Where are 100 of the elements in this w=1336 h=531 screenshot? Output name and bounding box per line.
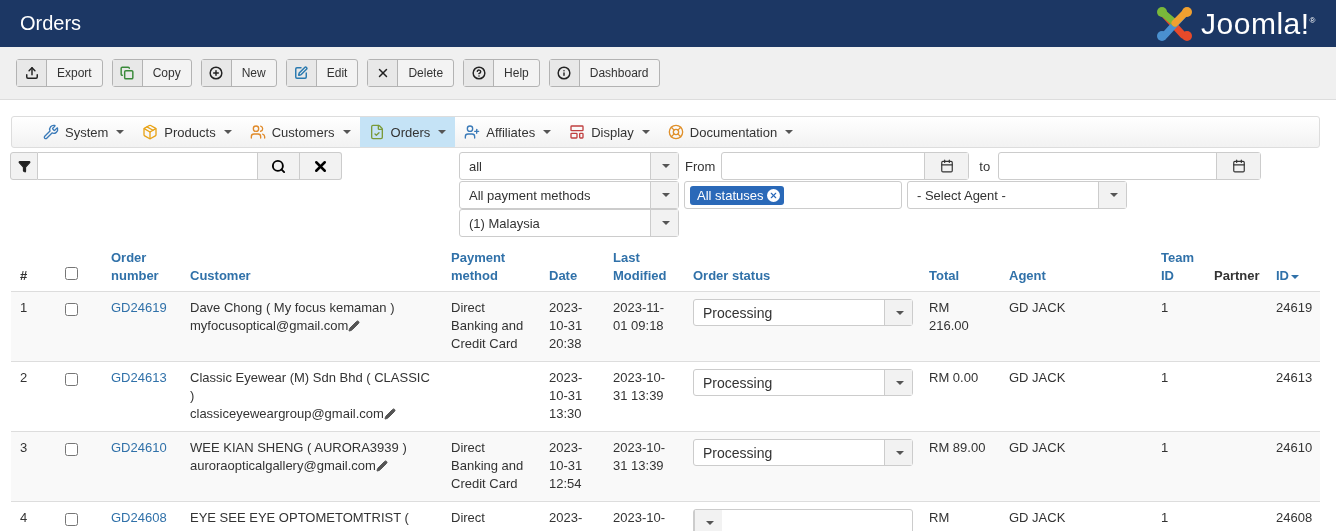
- document-check-icon: [368, 124, 385, 140]
- order-total: RM 0.00: [929, 370, 979, 385]
- column-header[interactable]: Team ID: [1161, 249, 1196, 285]
- logo-text: Joomla!$^{®}$: [1201, 6, 1316, 41]
- team-id: 1: [1161, 300, 1169, 315]
- edit-icon[interactable]: [375, 460, 388, 472]
- from-label: From: [684, 158, 717, 174]
- modified-date: 2023-10-31 13:39: [613, 370, 666, 403]
- column-header[interactable]: Total: [929, 267, 960, 285]
- customer-name: Dave Chong ( My focus kemaman ): [190, 299, 396, 317]
- question-icon: [471, 66, 486, 80]
- edit-button[interactable]: Edit: [285, 59, 359, 87]
- export-button[interactable]: Export: [16, 59, 103, 87]
- status-select[interactable]: all: [459, 152, 679, 180]
- order-id: 24610: [1276, 440, 1313, 455]
- select-all-checkbox[interactable]: [65, 267, 78, 280]
- layout-icon: [569, 124, 586, 140]
- row-number: 2: [20, 370, 28, 385]
- order-status-select[interactable]: Processing: [693, 439, 913, 466]
- order-id: 24608: [1276, 510, 1313, 525]
- calendar-icon[interactable]: [1231, 159, 1246, 173]
- modified-date: 2023-10-31 13:39: [613, 440, 666, 473]
- menu-item[interactable]: Affiliates: [455, 117, 561, 147]
- order-id: 24613: [1276, 370, 1313, 385]
- status-tag[interactable]: All statuses: [690, 185, 785, 205]
- from-date-field[interactable]: [721, 152, 970, 180]
- order-date: 2023-10-31 12:54: [549, 440, 583, 491]
- column-header[interactable]: Last Modified: [613, 249, 675, 285]
- remove-icon[interactable]: [767, 188, 781, 202]
- calendar-icon[interactable]: [939, 159, 954, 173]
- agent-name: GD JACK: [1009, 370, 1066, 385]
- help-button[interactable]: Help: [463, 59, 540, 87]
- wrench-icon: [43, 124, 59, 140]
- row-checkbox[interactable]: [65, 443, 78, 456]
- customer-email: classiceyeweargroup@gmail.com: [190, 405, 384, 423]
- order-total: RM 89.00: [929, 440, 986, 455]
- search-icon: [271, 158, 286, 174]
- modified-date: 2023-11-01 09:18: [613, 300, 665, 333]
- agent-select[interactable]: - Select Agent -: [907, 181, 1127, 209]
- menu-item[interactable]: Products: [133, 117, 241, 147]
- plus-icon: [209, 66, 224, 80]
- order-total: RM: [929, 510, 950, 525]
- users-icon: [249, 124, 266, 140]
- column-header[interactable]: Payment method: [451, 249, 531, 285]
- menu-item[interactable]: System: [34, 117, 134, 147]
- customer-name: WEE KIAN SHENG ( AURORA3939 ): [190, 439, 408, 457]
- order-link[interactable]: GD24608: [111, 509, 167, 527]
- team-id: 1: [1161, 370, 1169, 385]
- country-select[interactable]: (1) Malaysia: [459, 209, 679, 237]
- column-header[interactable]: Order status: [693, 267, 771, 285]
- menu-item[interactable]: Documentation: [658, 117, 803, 147]
- info-icon: [557, 66, 572, 80]
- edit-icon[interactable]: [348, 320, 361, 332]
- page-title: Orders: [20, 12, 82, 35]
- copy-icon: [120, 66, 135, 80]
- new-button[interactable]: New: [200, 59, 277, 87]
- search-field[interactable]: [38, 152, 258, 180]
- menu-item[interactable]: Display: [560, 117, 659, 147]
- delete-button[interactable]: Delete: [367, 59, 455, 87]
- pencil-square-icon: [294, 66, 309, 80]
- row-checkbox[interactable]: [65, 513, 78, 526]
- search-button[interactable]: [258, 152, 300, 180]
- payment-method: Direct Banking and Credit Card: [451, 440, 524, 491]
- order-link[interactable]: GD24610: [111, 439, 167, 457]
- row-number: 3: [20, 440, 28, 455]
- column-header[interactable]: Order number: [111, 249, 172, 285]
- column-header[interactable]: Date: [549, 267, 578, 285]
- menu-item[interactable]: Customers: [240, 117, 360, 147]
- payment-select[interactable]: All payment methods: [459, 181, 679, 209]
- column-header[interactable]: Customer: [190, 267, 251, 285]
- order-date: 2023-: [549, 510, 583, 525]
- user-plus-icon: [464, 124, 481, 140]
- customer-email: myfocusoptical@gmail.com: [190, 317, 349, 335]
- menu-item[interactable]: Orders: [359, 117, 456, 147]
- clear-button[interactable]: [300, 152, 342, 180]
- filter-icon: [17, 159, 31, 173]
- lifebuoy-icon: [667, 124, 684, 140]
- customer-name: Classic Eyewear (M) Sdn Bhd ( CLASSIC ): [190, 369, 431, 405]
- order-date: 2023-10-31 20:38: [549, 300, 583, 351]
- row-number: 1: [20, 300, 28, 315]
- copy-button[interactable]: Copy: [111, 59, 192, 87]
- payment-method: Direct Banking and Credit Card: [451, 300, 524, 351]
- row-checkbox[interactable]: [65, 303, 78, 316]
- order-status-select[interactable]: Processing: [693, 299, 913, 326]
- to-date-field[interactable]: [998, 152, 1262, 180]
- team-id: 1: [1161, 440, 1169, 455]
- close-icon: [769, 190, 779, 200]
- order-link[interactable]: GD24619: [111, 299, 167, 317]
- order-status-select[interactable]: Processing: [693, 369, 913, 396]
- edit-icon[interactable]: [383, 408, 396, 420]
- order-total: RM 216.00: [929, 300, 969, 333]
- status-tag-field[interactable]: All statuses: [684, 181, 902, 209]
- column-header[interactable]: Agent: [1009, 267, 1046, 285]
- row-checkbox[interactable]: [65, 373, 78, 386]
- team-id: 1: [1161, 510, 1169, 525]
- column-header[interactable]: ID: [1276, 267, 1299, 285]
- order-link[interactable]: GD24613: [111, 369, 167, 387]
- order-date: 2023-10-31 13:30: [549, 370, 583, 421]
- customer-email: auroraopticalgallery@gmail.com: [190, 457, 376, 475]
- dashboard-button[interactable]: Dashboard: [548, 59, 660, 87]
